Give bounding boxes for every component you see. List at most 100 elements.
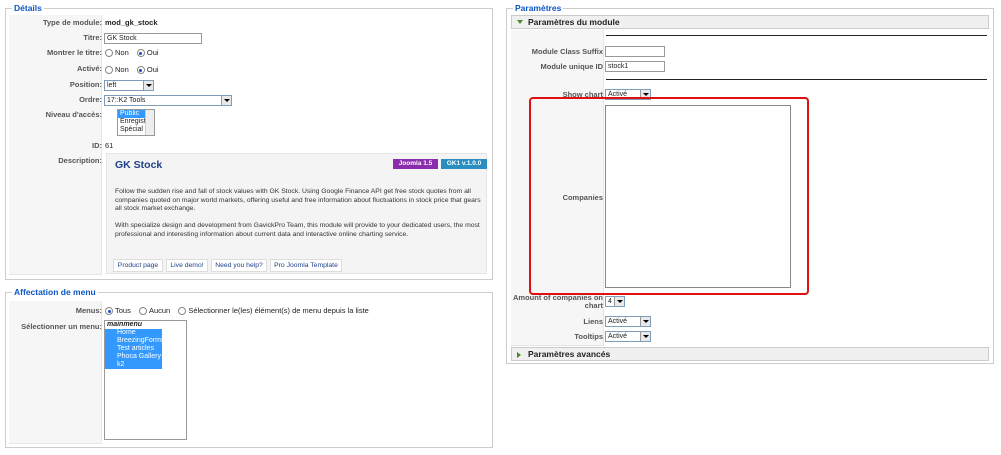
description-links: Product page Live demo! Need you help? P… <box>113 259 373 273</box>
need-help-link[interactable]: Need you help? <box>211 259 267 272</box>
enabled-no[interactable]: Non <box>105 63 129 77</box>
unique-id-input[interactable]: stock1 <box>605 61 665 72</box>
description-paragraph-1: Follow the sudden rise and fall of stock… <box>115 188 481 213</box>
class-suffix-label: Module Class Suffix <box>531 47 603 56</box>
links-row: Liens <box>507 315 603 329</box>
menus-label: Menus: <box>75 306 102 315</box>
chevron-down-icon[interactable] <box>221 96 231 105</box>
description-box: GK Stock Joomla 1.5 GK1 v.1.0.0 Follow t… <box>106 153 487 274</box>
amount-select[interactable]: 4 <box>605 296 625 307</box>
show-title-no[interactable]: Non <box>105 46 129 60</box>
radio-icon[interactable] <box>105 49 113 58</box>
type-label: Type de module: <box>42 18 102 27</box>
module-params-title: Paramètres du module <box>528 17 620 27</box>
pro-joomla-template-link[interactable]: Pro Joomla Template <box>270 259 342 272</box>
description-paragraph-2: With specialize design and development f… <box>115 222 480 238</box>
companies-highlight-box <box>529 97 809 295</box>
params-divider-1 <box>606 35 987 36</box>
title-label: Titre: <box>83 33 102 42</box>
module-version-badge: GK1 v.1.0.0 <box>441 159 487 169</box>
parameters-fieldset: Paramètres Paramètres du module Module C… <box>506 3 994 364</box>
id-row: ID: <box>6 139 102 153</box>
menu-item-home[interactable]: Home <box>105 329 162 337</box>
access-label: Niveau d'accès: <box>45 110 102 119</box>
position-label: Position: <box>69 80 102 89</box>
product-page-link[interactable]: Product page <box>113 259 163 272</box>
amount-label: Amount of companies on chart <box>513 293 603 310</box>
advanced-params-toggle[interactable]: Paramètres avancés <box>511 347 989 361</box>
order-label: Ordre: <box>79 95 102 104</box>
menu-item-k2[interactable]: k2 <box>105 361 162 369</box>
module-description-title: GK Stock <box>115 159 163 171</box>
title-row: Titre: <box>6 31 102 45</box>
chevron-down-icon[interactable] <box>640 317 650 326</box>
radio-icon[interactable] <box>138 307 147 316</box>
enabled-yes[interactable]: Oui <box>136 63 159 77</box>
order-select[interactable]: 17::K2 Tools <box>104 95 232 106</box>
radio-icon[interactable] <box>105 66 113 75</box>
enabled-row: Activé: <box>6 62 102 76</box>
menus-all[interactable]: Tous <box>105 304 131 318</box>
tooltips-row: Tooltips <box>507 330 603 344</box>
params-divider-2 <box>606 79 987 80</box>
position-select[interactable]: left <box>104 80 154 91</box>
details-fieldset: Détails Type de module: mod_gk_stock Tit… <box>5 3 493 280</box>
class-suffix-row: Module Class Suffix <box>507 45 603 59</box>
links-select[interactable]: Activé <box>605 316 651 327</box>
live-demo-link[interactable]: Live demo! <box>166 259 208 272</box>
chevron-down-icon[interactable] <box>614 297 624 306</box>
details-legend: Détails <box>12 3 44 13</box>
access-listbox[interactable]: Public Enregistré Spécial <box>117 109 155 136</box>
show-title-options: Non Oui <box>105 46 165 60</box>
triangle-right-icon <box>517 352 521 358</box>
show-title-yes[interactable]: Oui <box>136 46 159 60</box>
show-title-label: Montrer le titre: <box>46 48 102 57</box>
menu-item-breezingforms[interactable]: BreezingForms <box>105 337 164 345</box>
joomla-version-badge: Joomla 1.5 <box>393 159 438 169</box>
id-label: ID: <box>92 141 102 150</box>
title-input[interactable]: GK Stock <box>104 33 202 44</box>
select-menu-row: Sélectionner un menu: <box>6 320 102 334</box>
select-menu-label: Sélectionner un menu: <box>21 322 102 331</box>
class-suffix-input[interactable] <box>605 46 665 57</box>
menu-selected-block: Home BreezingForms Test articles Phoca G… <box>105 329 164 369</box>
links-value: Activé <box>608 318 628 325</box>
radio-checked-icon[interactable] <box>105 307 113 316</box>
tooltips-select[interactable]: Activé <box>605 331 651 342</box>
module-params-toggle[interactable]: Paramètres du module <box>511 15 989 29</box>
menus-options: Tous Aucun Sélectionner le(les) élément(… <box>105 304 375 318</box>
tooltips-value: Activé <box>608 333 628 340</box>
unique-id-row: Module unique ID <box>507 60 604 74</box>
menus-none[interactable]: Aucun <box>138 304 170 318</box>
order-select-value: 17::K2 Tools <box>107 97 146 104</box>
links-label: Liens <box>583 317 603 326</box>
radio-checked-icon[interactable] <box>136 66 145 75</box>
radio-checked-icon[interactable] <box>136 49 145 58</box>
menus-select[interactable]: Sélectionner le(les) élément(s) de menu … <box>178 304 369 318</box>
menu-item-phoca-gallery[interactable]: Phoca Gallery <box>105 353 162 361</box>
amount-value: 4 <box>608 298 612 305</box>
menu-group-header: mainmenu <box>107 321 143 328</box>
amount-row: Amount of companies on chart <box>507 294 603 312</box>
description-label: Description: <box>58 156 102 165</box>
menu-item-test-articles[interactable]: Test articles <box>105 345 162 353</box>
enabled-label: Activé: <box>76 64 102 73</box>
menu-items-listbox[interactable]: mainmenu Home BreezingForms Test article… <box>104 320 187 440</box>
menus-row: Menus: <box>6 304 102 318</box>
chevron-down-icon[interactable] <box>143 81 153 90</box>
position-row: Position: <box>6 78 102 92</box>
id-value: 61 <box>105 141 114 150</box>
unique-id-label: Module unique ID <box>540 62 604 71</box>
position-select-value: left <box>107 82 117 89</box>
chevron-down-icon[interactable] <box>640 332 650 341</box>
radio-icon[interactable] <box>178 307 187 316</box>
type-row: Type de module: <box>6 16 102 30</box>
type-value: mod_gk_stock <box>105 18 158 27</box>
triangle-down-icon <box>517 20 523 24</box>
order-row: Ordre: <box>6 93 102 107</box>
access-scrollbar[interactable] <box>145 110 154 135</box>
access-row: Niveau d'accès: <box>6 108 102 122</box>
advanced-params-title: Paramètres avancés <box>528 349 611 359</box>
description-row: Description: <box>6 154 102 168</box>
menu-assignment-legend: Affectation de menu <box>12 287 98 297</box>
